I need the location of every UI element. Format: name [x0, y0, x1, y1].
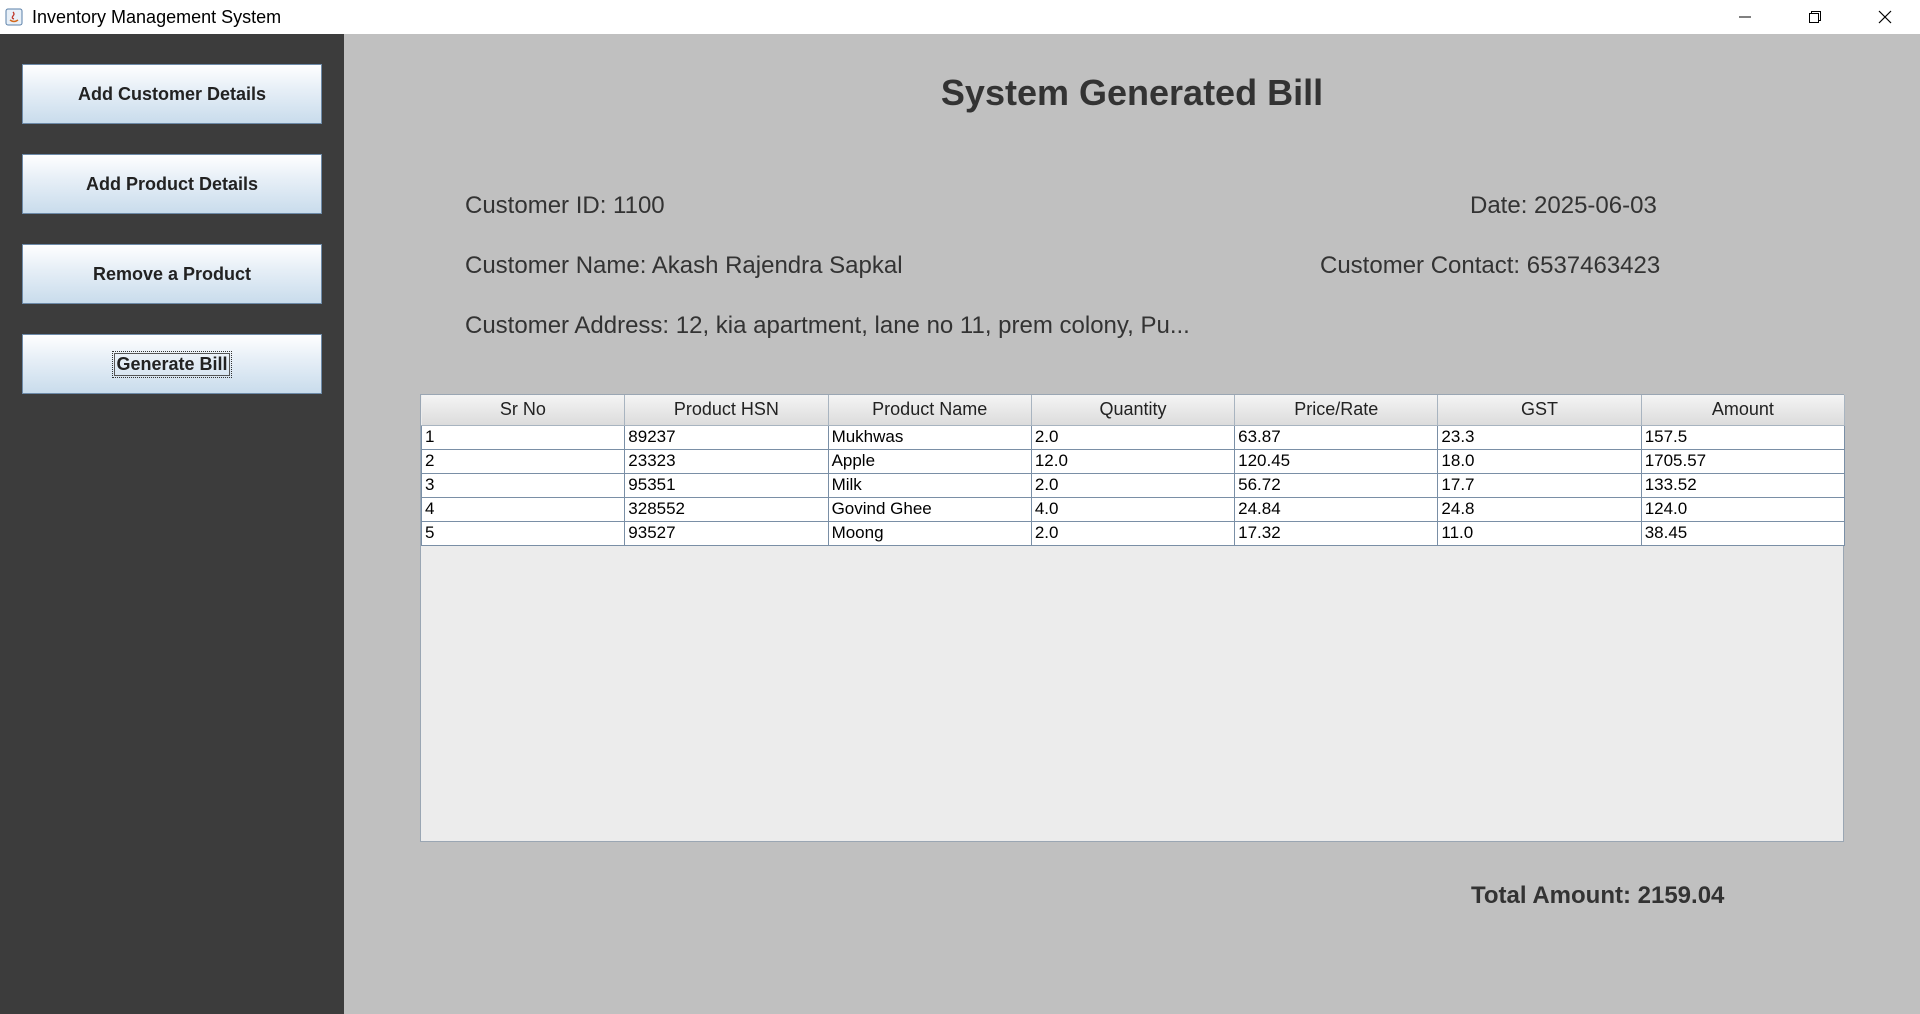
- bill-date: Date: 2025-06-03: [1470, 192, 1657, 219]
- table-cell[interactable]: 89237: [624, 424, 829, 450]
- minimize-icon[interactable]: [1710, 0, 1780, 34]
- remove-product-label: Remove a Product: [92, 263, 252, 284]
- window-controls: [1710, 0, 1920, 34]
- table-cell[interactable]: Apple: [827, 448, 1032, 474]
- table-cell[interactable]: Moong: [827, 520, 1032, 546]
- table-cell[interactable]: 2: [420, 448, 626, 474]
- add-product-details-label: Add Product Details: [85, 173, 259, 194]
- table-cell[interactable]: 1705.57: [1640, 448, 1846, 474]
- table-cell[interactable]: Milk: [827, 472, 1032, 498]
- table-cell[interactable]: 1: [420, 424, 626, 450]
- table-cell[interactable]: 4: [420, 496, 626, 522]
- bill-table: Sr No Product HSN Product Name Quantity …: [420, 395, 1846, 546]
- customer-id: Customer ID: 1100: [465, 192, 665, 219]
- add-customer-details-label: Add Customer Details: [77, 83, 267, 104]
- table-row[interactable]: 5 93527 Moong 2.0 17.32 11.0 38.45: [420, 520, 1846, 546]
- bill-panel: System Generated Bill Customer ID: 1100 …: [344, 34, 1920, 1014]
- table-cell[interactable]: 5: [420, 520, 626, 546]
- java-app-icon: [4, 7, 24, 27]
- table-cell[interactable]: 17.32: [1234, 520, 1439, 546]
- table-cell[interactable]: 23323: [624, 448, 829, 474]
- generate-bill-label: Generate Bill: [112, 350, 232, 378]
- generate-bill-button[interactable]: Generate Bill: [22, 334, 322, 394]
- table-cell[interactable]: 3: [420, 472, 626, 498]
- table-cell[interactable]: 120.45: [1234, 448, 1439, 474]
- page-title: System Generated Bill: [940, 72, 1324, 113]
- table-cell[interactable]: 2.0: [1030, 520, 1236, 546]
- close-icon[interactable]: [1850, 0, 1920, 34]
- sidebar: Add Customer Details Add Product Details…: [0, 34, 344, 1014]
- add-product-details-button[interactable]: Add Product Details: [22, 154, 322, 214]
- column-header-product-name[interactable]: Product Name: [828, 395, 1032, 426]
- column-header-product-hsn[interactable]: Product HSN: [624, 395, 829, 426]
- table-cell[interactable]: 2.0: [1030, 472, 1236, 498]
- table-cell[interactable]: 23.3: [1437, 424, 1642, 450]
- add-customer-details-button[interactable]: Add Customer Details: [22, 64, 322, 124]
- total-amount: Total Amount: 2159.04: [1471, 882, 1725, 909]
- column-header-price-rate[interactable]: Price/Rate: [1234, 395, 1439, 426]
- table-cell[interactable]: 93527: [624, 520, 829, 546]
- table-cell[interactable]: 24.84: [1234, 496, 1439, 522]
- column-header-quantity[interactable]: Quantity: [1031, 395, 1236, 426]
- table-cell[interactable]: 24.8: [1437, 496, 1642, 522]
- table-cell[interactable]: 38.45: [1640, 520, 1846, 546]
- table-cell[interactable]: 157.5: [1640, 424, 1846, 450]
- customer-contact: Customer Contact: 6537463423: [1320, 252, 1661, 279]
- table-cell[interactable]: 18.0: [1437, 448, 1642, 474]
- table-row[interactable]: 1 89237 Mukhwas 2.0 63.87 23.3 157.5: [420, 424, 1846, 450]
- table-cell[interactable]: 95351: [624, 472, 829, 498]
- column-header-gst[interactable]: GST: [1437, 395, 1642, 426]
- table-cell[interactable]: 124.0: [1640, 496, 1846, 522]
- column-header-sr-no[interactable]: Sr No: [421, 395, 626, 426]
- table-row[interactable]: 2 23323 Apple 12.0 120.45 18.0 1705.57: [420, 448, 1846, 474]
- window-title: Inventory Management System: [32, 6, 282, 27]
- table-row[interactable]: 4 328552 Govind Ghee 4.0 24.84 24.8 124.…: [420, 496, 1846, 522]
- customer-name: Customer Name: Akash Rajendra Sapkal: [465, 252, 903, 279]
- column-header-amount[interactable]: Amount: [1641, 395, 1846, 426]
- title-bar: Inventory Management System: [0, 0, 1920, 34]
- table-header-row: Sr No Product HSN Product Name Quantity …: [421, 395, 1846, 426]
- remove-product-button[interactable]: Remove a Product: [22, 244, 322, 304]
- bill-table-container[interactable]: Sr No Product HSN Product Name Quantity …: [420, 394, 1846, 842]
- table-cell[interactable]: 11.0: [1437, 520, 1642, 546]
- table-cell[interactable]: 4.0: [1030, 496, 1236, 522]
- table-cell[interactable]: Govind Ghee: [827, 496, 1032, 522]
- table-cell[interactable]: 133.52: [1640, 472, 1846, 498]
- customer-address: Customer Address: 12, kia apartment, lan…: [465, 312, 1190, 339]
- table-row[interactable]: 3 95351 Milk 2.0 56.72 17.7 133.52: [420, 472, 1846, 498]
- table-cell[interactable]: 17.7: [1437, 472, 1642, 498]
- table-cell[interactable]: 63.87: [1234, 424, 1439, 450]
- table-cell[interactable]: 56.72: [1234, 472, 1439, 498]
- table-cell[interactable]: 12.0: [1030, 448, 1236, 474]
- table-cell[interactable]: 328552: [624, 496, 829, 522]
- table-cell[interactable]: 2.0: [1030, 424, 1236, 450]
- restore-icon[interactable]: [1780, 0, 1850, 34]
- table-cell[interactable]: Mukhwas: [827, 424, 1032, 450]
